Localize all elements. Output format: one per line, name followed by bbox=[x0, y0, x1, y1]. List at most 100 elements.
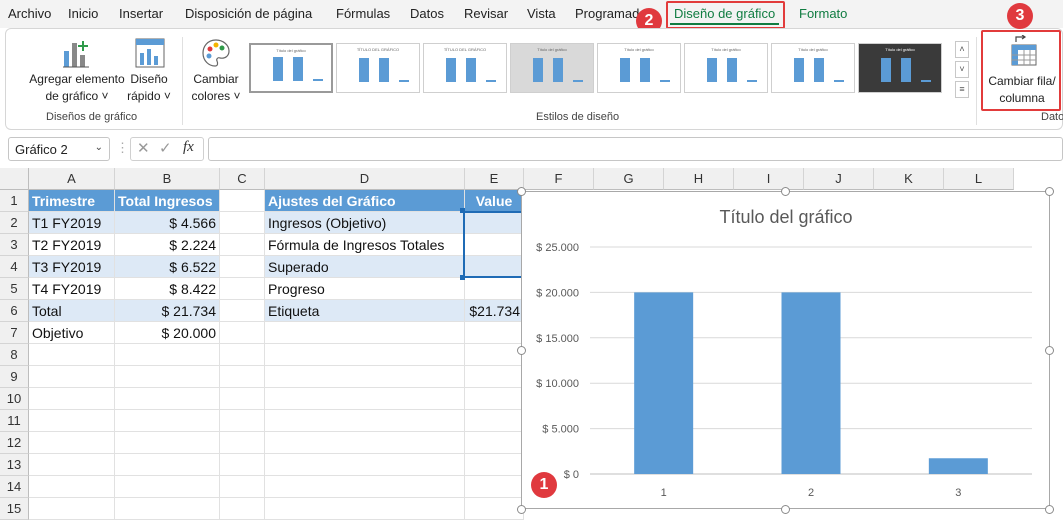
cell-d2[interactable]: Ingresos (Objetivo) bbox=[265, 212, 465, 234]
cell-a5[interactable]: T4 FY2019 bbox=[29, 278, 115, 300]
cell-e9[interactable] bbox=[465, 366, 524, 388]
resize-handle[interactable] bbox=[517, 187, 526, 196]
cell-a9[interactable] bbox=[29, 366, 115, 388]
cell-b9[interactable] bbox=[115, 366, 220, 388]
column-header-h[interactable]: H bbox=[664, 168, 734, 190]
row-header-2[interactable]: 2 bbox=[0, 212, 29, 234]
cell-e1[interactable]: Value bbox=[465, 190, 524, 212]
tab-formato[interactable]: Formato bbox=[799, 6, 847, 21]
row-header-11[interactable]: 11 bbox=[0, 410, 29, 432]
column-header-l[interactable]: L bbox=[944, 168, 1014, 190]
cell-d4[interactable]: Superado bbox=[265, 256, 465, 278]
resize-handle[interactable] bbox=[1045, 505, 1054, 514]
bar-3[interactable] bbox=[928, 458, 988, 474]
menu-programador[interactable]: Programador bbox=[575, 6, 645, 21]
cell-d10[interactable] bbox=[265, 388, 465, 410]
menu-disposicion[interactable]: Disposición de página bbox=[185, 6, 312, 21]
quick-layout-button[interactable]: Diseño rápido ˅ bbox=[124, 31, 174, 107]
cell-d11[interactable] bbox=[265, 410, 465, 432]
cell-e15[interactable] bbox=[465, 498, 524, 520]
cell-d8[interactable] bbox=[265, 344, 465, 366]
resize-handle[interactable] bbox=[517, 505, 526, 514]
function-icon[interactable]: fx bbox=[183, 139, 194, 156]
row-header-3[interactable]: 3 bbox=[0, 234, 29, 256]
cell-d15[interactable] bbox=[265, 498, 465, 520]
cell-c10[interactable] bbox=[220, 388, 265, 410]
add-chart-element-button[interactable]: Agregar elemento de gráfico ˅ bbox=[26, 31, 126, 107]
column-header-d[interactable]: D bbox=[265, 168, 465, 190]
chart-style-thumbnail[interactable]: Título del gráfico bbox=[510, 43, 594, 93]
cell-a4[interactable]: T3 FY2019 bbox=[29, 256, 115, 278]
menu-revisar[interactable]: Revisar bbox=[464, 6, 508, 21]
resize-handle[interactable] bbox=[1045, 187, 1054, 196]
row-header-13[interactable]: 13 bbox=[0, 454, 29, 476]
cell-a3[interactable]: T2 FY2019 bbox=[29, 234, 115, 256]
cell-d3[interactable]: Fórmula de Ingresos Totales bbox=[265, 234, 465, 256]
column-header-a[interactable]: A bbox=[29, 168, 115, 190]
cell-c1[interactable] bbox=[220, 190, 265, 212]
cell-b5[interactable]: $ 8.422 bbox=[115, 278, 220, 300]
cell-a1[interactable]: Trimestre bbox=[29, 190, 115, 212]
gallery-more-button[interactable]: ≡ bbox=[955, 81, 969, 98]
cell-a6[interactable]: Total bbox=[29, 300, 115, 322]
menu-datos[interactable]: Datos bbox=[410, 6, 444, 21]
confirm-icon[interactable]: ✓ bbox=[159, 139, 172, 157]
menu-insertar[interactable]: Insertar bbox=[119, 6, 163, 21]
cell-c7[interactable] bbox=[220, 322, 265, 344]
cell-d5[interactable]: Progreso bbox=[265, 278, 465, 300]
menu-formulas[interactable]: Fórmulas bbox=[336, 6, 390, 21]
chart-style-thumbnail[interactable]: Título del gráfico bbox=[684, 43, 768, 93]
cell-a12[interactable] bbox=[29, 432, 115, 454]
cell-d14[interactable] bbox=[265, 476, 465, 498]
cell-c3[interactable] bbox=[220, 234, 265, 256]
cell-a11[interactable] bbox=[29, 410, 115, 432]
cell-c15[interactable] bbox=[220, 498, 265, 520]
row-header-5[interactable]: 5 bbox=[0, 278, 29, 300]
cell-c6[interactable] bbox=[220, 300, 265, 322]
chart-style-thumbnail[interactable]: Título del gráfico bbox=[858, 43, 942, 93]
cell-d13[interactable] bbox=[265, 454, 465, 476]
name-box[interactable]: Gráfico 2 ⌄ bbox=[8, 137, 110, 161]
chart-style-thumbnail[interactable]: Título del gráfico bbox=[249, 43, 333, 93]
row-header-7[interactable]: 7 bbox=[0, 322, 29, 344]
column-header-j[interactable]: J bbox=[804, 168, 874, 190]
cell-d7[interactable] bbox=[265, 322, 465, 344]
cell-a8[interactable] bbox=[29, 344, 115, 366]
cancel-icon[interactable]: ✕ bbox=[137, 139, 150, 157]
column-header-i[interactable]: I bbox=[734, 168, 804, 190]
cell-b14[interactable] bbox=[115, 476, 220, 498]
cell-e7[interactable] bbox=[465, 322, 524, 344]
column-header-g[interactable]: G bbox=[594, 168, 664, 190]
cell-d1[interactable]: Ajustes del Gráfico bbox=[265, 190, 465, 212]
chart-style-thumbnail[interactable]: Título del gráfico bbox=[597, 43, 681, 93]
column-header-f[interactable]: F bbox=[524, 168, 594, 190]
row-header-9[interactable]: 9 bbox=[0, 366, 29, 388]
cell-c4[interactable] bbox=[220, 256, 265, 278]
chart-style-thumbnail[interactable]: Título del gráfico bbox=[771, 43, 855, 93]
cell-a2[interactable]: T1 FY2019 bbox=[29, 212, 115, 234]
gallery-down-button[interactable]: ˅ bbox=[955, 61, 969, 78]
column-header-k[interactable]: K bbox=[874, 168, 944, 190]
menu-vista[interactable]: Vista bbox=[527, 6, 556, 21]
resize-handle[interactable] bbox=[781, 505, 790, 514]
cell-b7[interactable]: $ 20.000 bbox=[115, 322, 220, 344]
cell-b12[interactable] bbox=[115, 432, 220, 454]
cell-b11[interactable] bbox=[115, 410, 220, 432]
column-header-e[interactable]: E bbox=[465, 168, 524, 190]
cell-c2[interactable] bbox=[220, 212, 265, 234]
cell-e8[interactable] bbox=[465, 344, 524, 366]
menu-inicio[interactable]: Inicio bbox=[68, 6, 98, 21]
chart[interactable]: Título del gráfico $ 0 $ 5.000 $ 10.000 $ 15… bbox=[521, 191, 1050, 509]
cell-a7[interactable]: Objetivo bbox=[29, 322, 115, 344]
cell-d6[interactable]: Etiqueta bbox=[265, 300, 465, 322]
cell-a14[interactable] bbox=[29, 476, 115, 498]
cell-d9[interactable] bbox=[265, 366, 465, 388]
chevron-down-icon[interactable]: ⌄ bbox=[95, 142, 103, 153]
cell-b13[interactable] bbox=[115, 454, 220, 476]
column-header-b[interactable]: B bbox=[115, 168, 220, 190]
cell-e6[interactable]: $21.734 bbox=[465, 300, 524, 322]
menu-archivo[interactable]: Archivo bbox=[8, 6, 51, 21]
cell-b2[interactable]: $ 4.566 bbox=[115, 212, 220, 234]
row-header-14[interactable]: 14 bbox=[0, 476, 29, 498]
chart-style-thumbnail[interactable]: TÍTULO DEL GRÁFICO bbox=[423, 43, 507, 93]
